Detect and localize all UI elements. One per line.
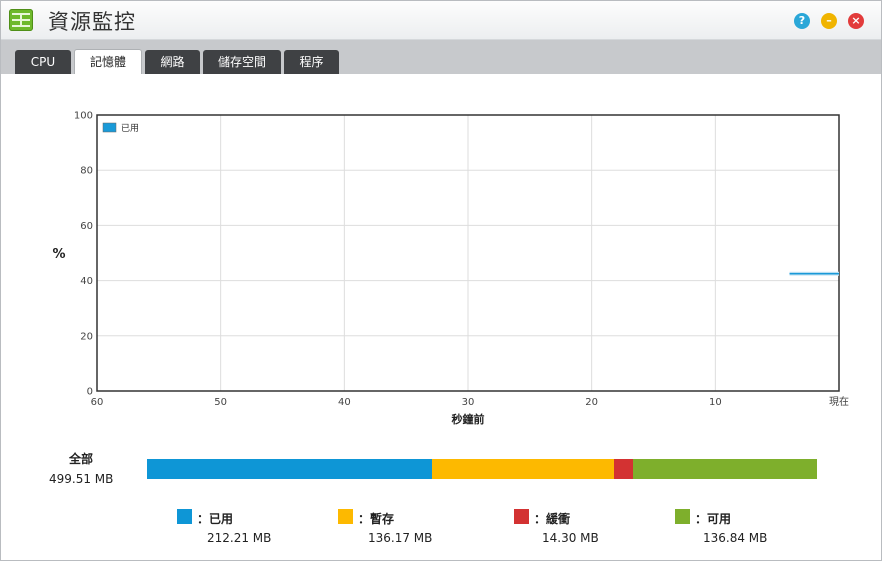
cached-value: 136.17 MB xyxy=(368,531,433,545)
free-segment xyxy=(633,459,817,479)
cached-swatch xyxy=(338,509,353,524)
buffer-swatch xyxy=(514,509,529,524)
cached-segment xyxy=(431,459,615,479)
x-tick-label: 現在 xyxy=(829,396,849,408)
legend-label-used: 已用 xyxy=(121,123,139,134)
total-memory-value: 499.51 MB xyxy=(49,472,114,486)
tab-storage[interactable]: 儲存空間 xyxy=(203,50,281,74)
y-tick-label: 80 xyxy=(80,166,93,177)
used-segment xyxy=(147,459,432,479)
close-button[interactable]: × xyxy=(848,13,864,29)
buffer-segment xyxy=(614,459,634,479)
total-memory-label: 全部 xyxy=(69,452,94,466)
title-bar[interactable]: 資源監控 ? – × xyxy=(1,1,881,40)
used-label: ：已用 xyxy=(197,512,234,526)
cached-label: ：暫存 xyxy=(358,512,395,526)
tab-network[interactable]: 網路 xyxy=(145,50,200,74)
window-title: 資源監控 xyxy=(48,10,136,34)
x-tick-label: 50 xyxy=(214,397,227,408)
tab-processes[interactable]: 程序 xyxy=(284,50,339,74)
free-value: 136.84 MB xyxy=(703,531,768,545)
close-icon: × xyxy=(851,14,861,27)
buffer-value: 14.30 MB xyxy=(542,531,599,545)
free-label: ：可用 xyxy=(695,512,732,526)
memory-usage-chart: 0 20 40 60 80 100 60 50 40 30 20 10 現在% 秒鐘前 已用 xyxy=(52,111,849,427)
minimize-button[interactable]: – xyxy=(821,13,837,29)
app-icon xyxy=(9,9,33,31)
tab-bar: CPU 記憶體 網路 儲存空間 程序 xyxy=(1,40,881,74)
used-value: 212.21 MB xyxy=(207,531,272,545)
y-tick-label: 0 xyxy=(87,387,93,398)
y-axis-label: % xyxy=(52,247,65,262)
tab-cpu[interactable]: CPU xyxy=(15,50,71,74)
x-tick-label: 20 xyxy=(585,397,598,408)
memory-distribution-bar xyxy=(147,459,817,479)
x-tick-label: 10 xyxy=(709,397,722,408)
legend-swatch-used xyxy=(102,122,117,133)
x-axis-label: 秒鐘前 xyxy=(452,412,485,426)
help-button[interactable]: ? xyxy=(794,13,810,29)
buffer-label: ：緩衝 xyxy=(534,512,571,526)
free-swatch xyxy=(675,509,690,524)
x-tick-label: 60 xyxy=(91,397,104,408)
y-tick-label: 60 xyxy=(80,221,93,232)
x-tick-label: 30 xyxy=(462,397,475,408)
help-icon: ? xyxy=(798,14,806,27)
y-tick-label: 20 xyxy=(80,331,93,342)
y-tick-label: 40 xyxy=(80,276,93,287)
resource-monitor-window: 資源監控 ? – × CPU 記憶體 網路 儲存空間 程序 0 20 40 60 80 1… xyxy=(0,0,882,561)
y-tick-label: 100 xyxy=(74,111,93,122)
x-tick-label: 40 xyxy=(338,397,351,408)
minimize-icon: – xyxy=(826,14,832,27)
used-swatch xyxy=(177,509,192,524)
tab-memory[interactable]: 記憶體 xyxy=(74,49,142,74)
